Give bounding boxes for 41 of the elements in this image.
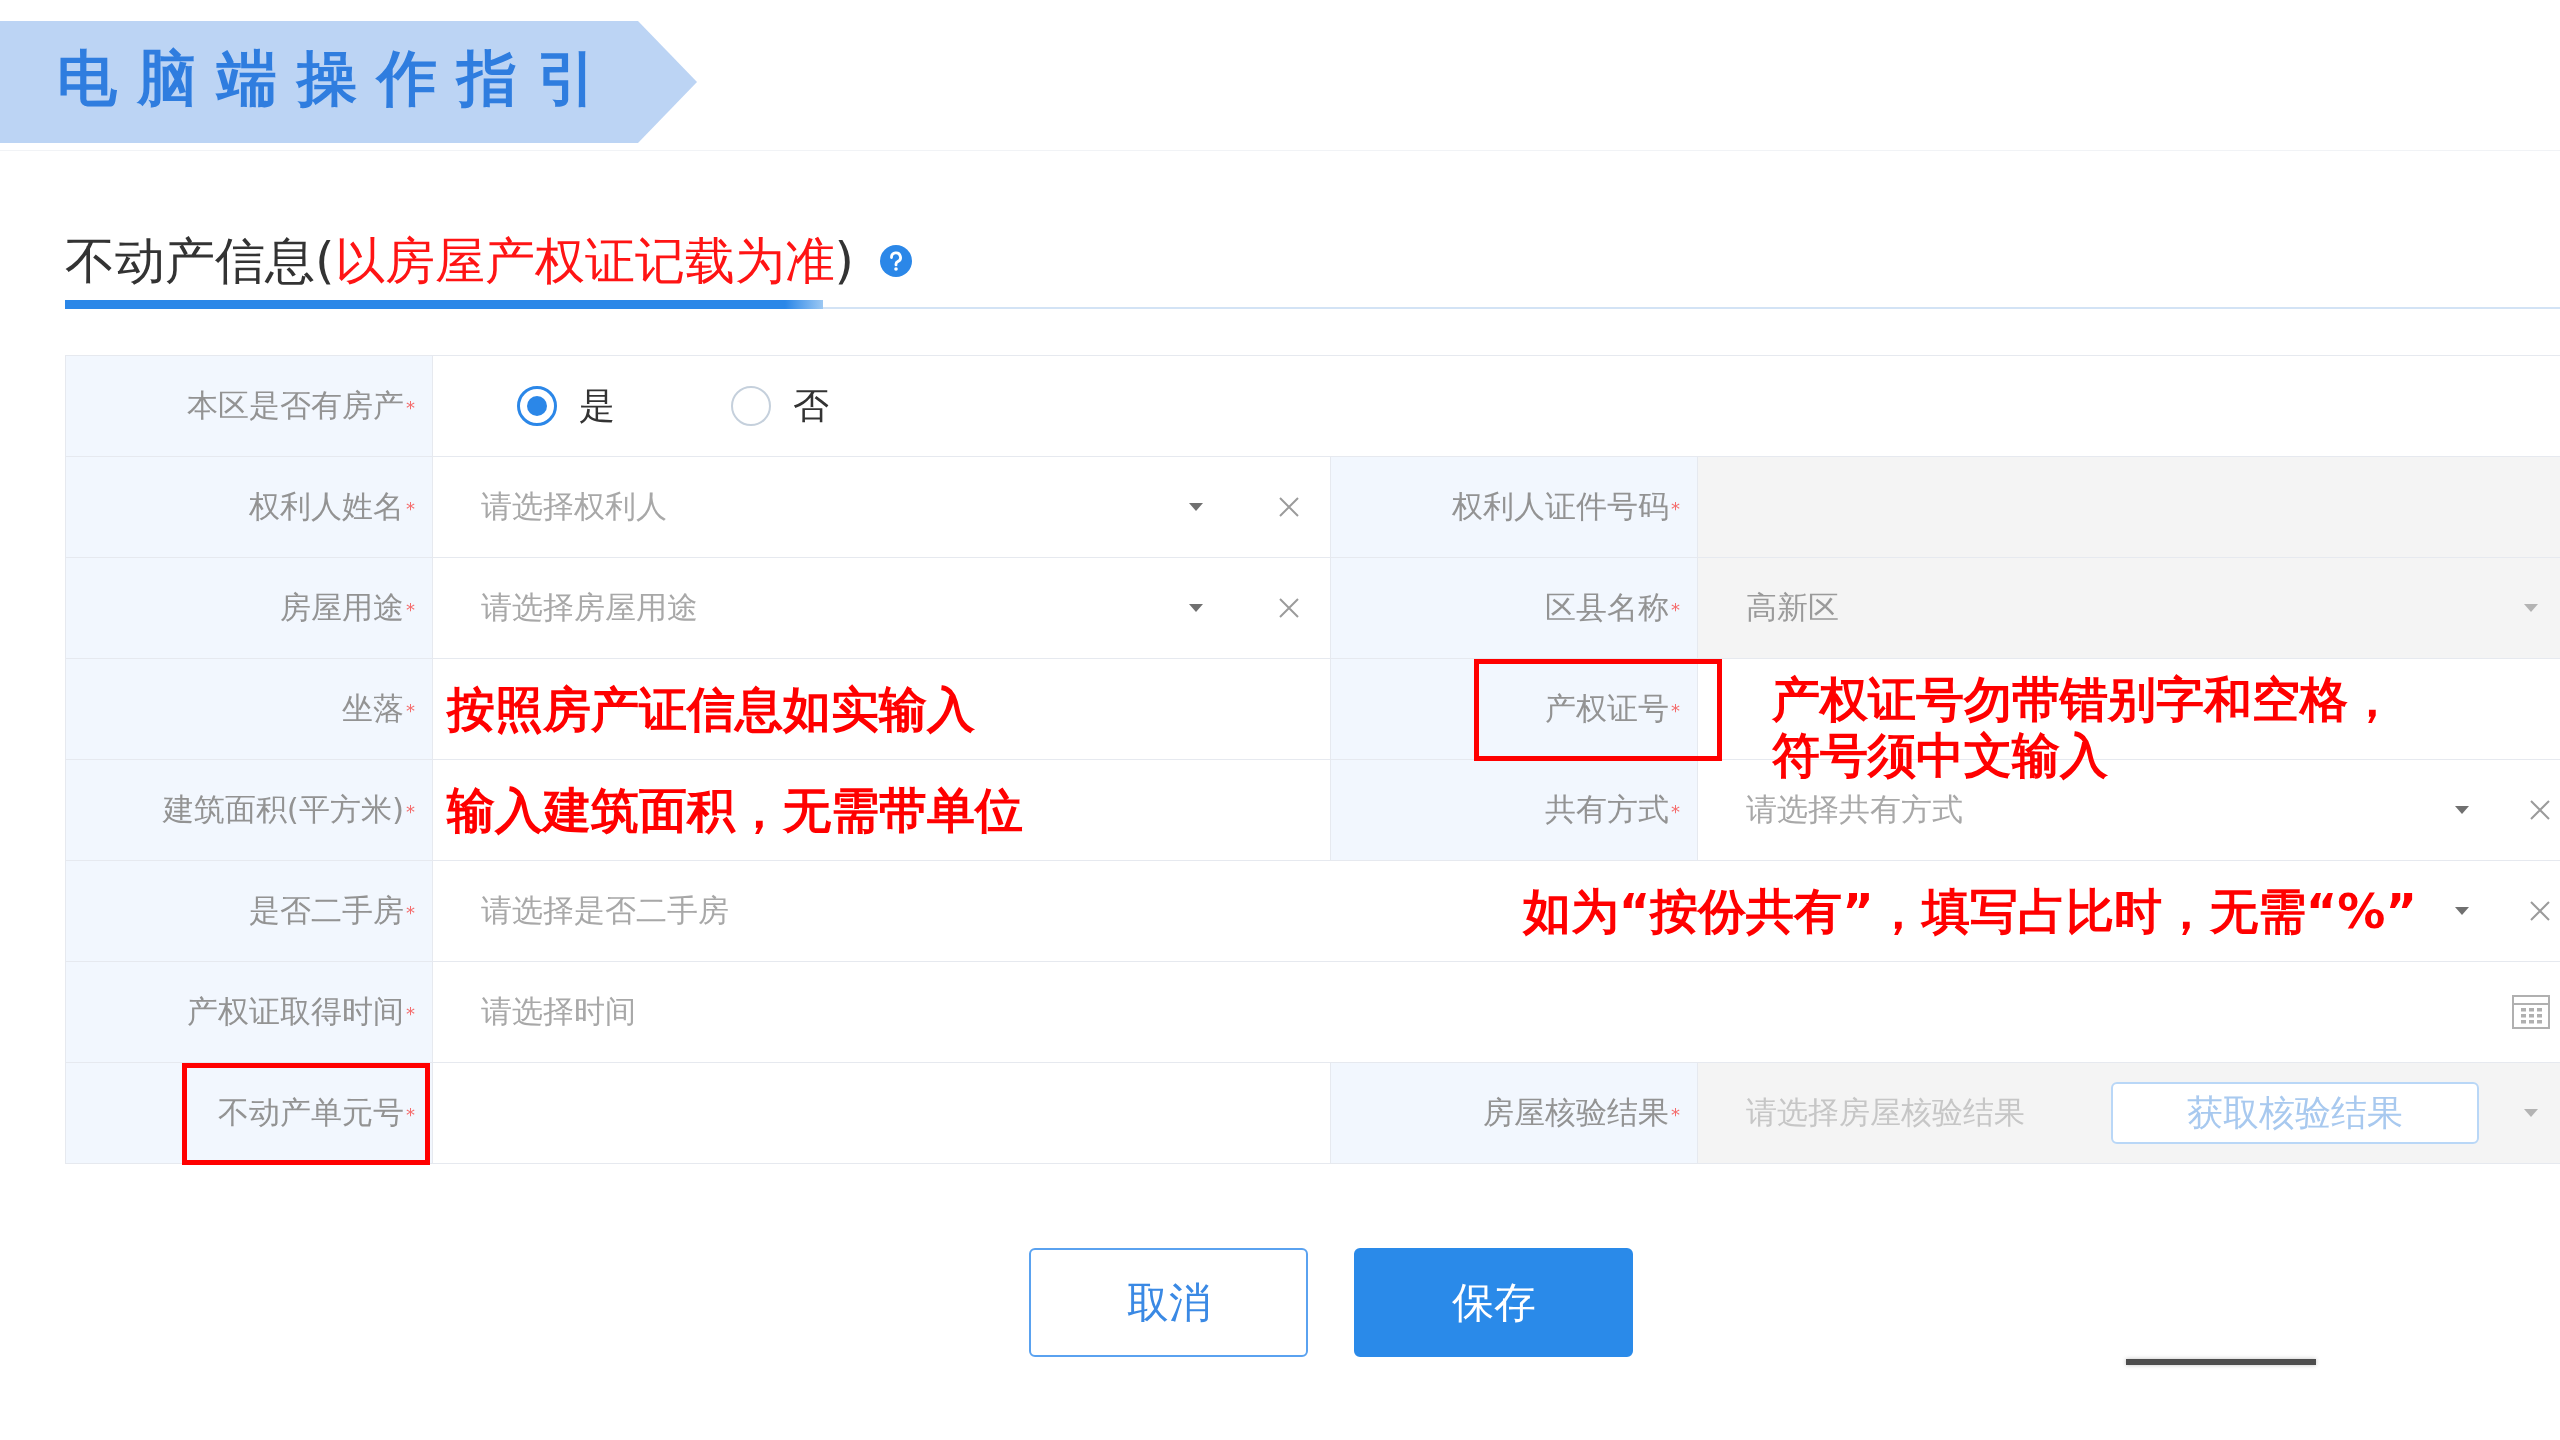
input-field[interactable]: 输入建筑面积，无需带单位 — [433, 760, 1331, 861]
input-field[interactable]: 按照房产证信息如实输入 — [433, 659, 1331, 760]
secondary-button[interactable]: 取消 — [1029, 1248, 1308, 1357]
caret-icon — [2455, 806, 2469, 814]
radio-icon[interactable] — [517, 386, 557, 426]
close-icon[interactable] — [1279, 497, 1299, 517]
field-label: 权利人证件号码* — [1452, 487, 1680, 526]
field-label: 建筑面积(平方米)* — [162, 790, 415, 829]
field-label: 区县名称* — [1545, 588, 1680, 627]
caret-icon — [2524, 1109, 2538, 1117]
field-label: 是否二手房* — [249, 891, 415, 930]
select-field[interactable]: 请选择房屋用途 — [433, 558, 1331, 659]
help-icon[interactable] — [880, 245, 913, 277]
radio-icon[interactable] — [731, 386, 771, 426]
caret-icon — [1189, 604, 1203, 612]
input-field[interactable] — [433, 1063, 1331, 1164]
field-label: 不动产单元号* — [218, 1093, 415, 1132]
caret-icon — [2455, 907, 2469, 915]
close-icon[interactable] — [1279, 598, 1299, 618]
field-label: 本区是否有房产* — [187, 386, 415, 425]
field-label: 坐落* — [342, 689, 415, 728]
annotation-note: 按照房产证信息如实输入 — [447, 681, 975, 737]
annotation-note: 如为“按份共有”，填写占比时，无需“%” — [1522, 883, 2417, 939]
caret-icon — [1189, 503, 1203, 511]
select-field[interactable]: 请选择权利人 — [433, 457, 1331, 558]
radio-option[interactable]: 是 — [517, 381, 615, 431]
field-label: 共有方式* — [1545, 790, 1680, 829]
field-label: 产权证取得时间* — [187, 992, 415, 1031]
field-label: 房屋核验结果* — [1483, 1093, 1680, 1132]
caret-icon — [2524, 604, 2538, 612]
radio-option[interactable]: 否 — [731, 381, 829, 431]
field-label: 产权证号* — [1545, 689, 1680, 728]
banner-title: 电脑端操作指引 — [57, 48, 617, 108]
close-icon[interactable] — [2530, 901, 2550, 921]
field-label: 房屋用途* — [280, 588, 415, 627]
calendar-icon[interactable] — [2512, 995, 2550, 1029]
primary-button[interactable]: 保存 — [1354, 1248, 1633, 1357]
annotation-note: 输入建筑面积，无需带单位 — [447, 782, 1023, 838]
close-icon[interactable] — [2530, 800, 2550, 820]
section-title: 不动产信息(以房屋产权证记载为准) — [65, 231, 855, 291]
field-label: 权利人姓名* — [249, 487, 415, 526]
